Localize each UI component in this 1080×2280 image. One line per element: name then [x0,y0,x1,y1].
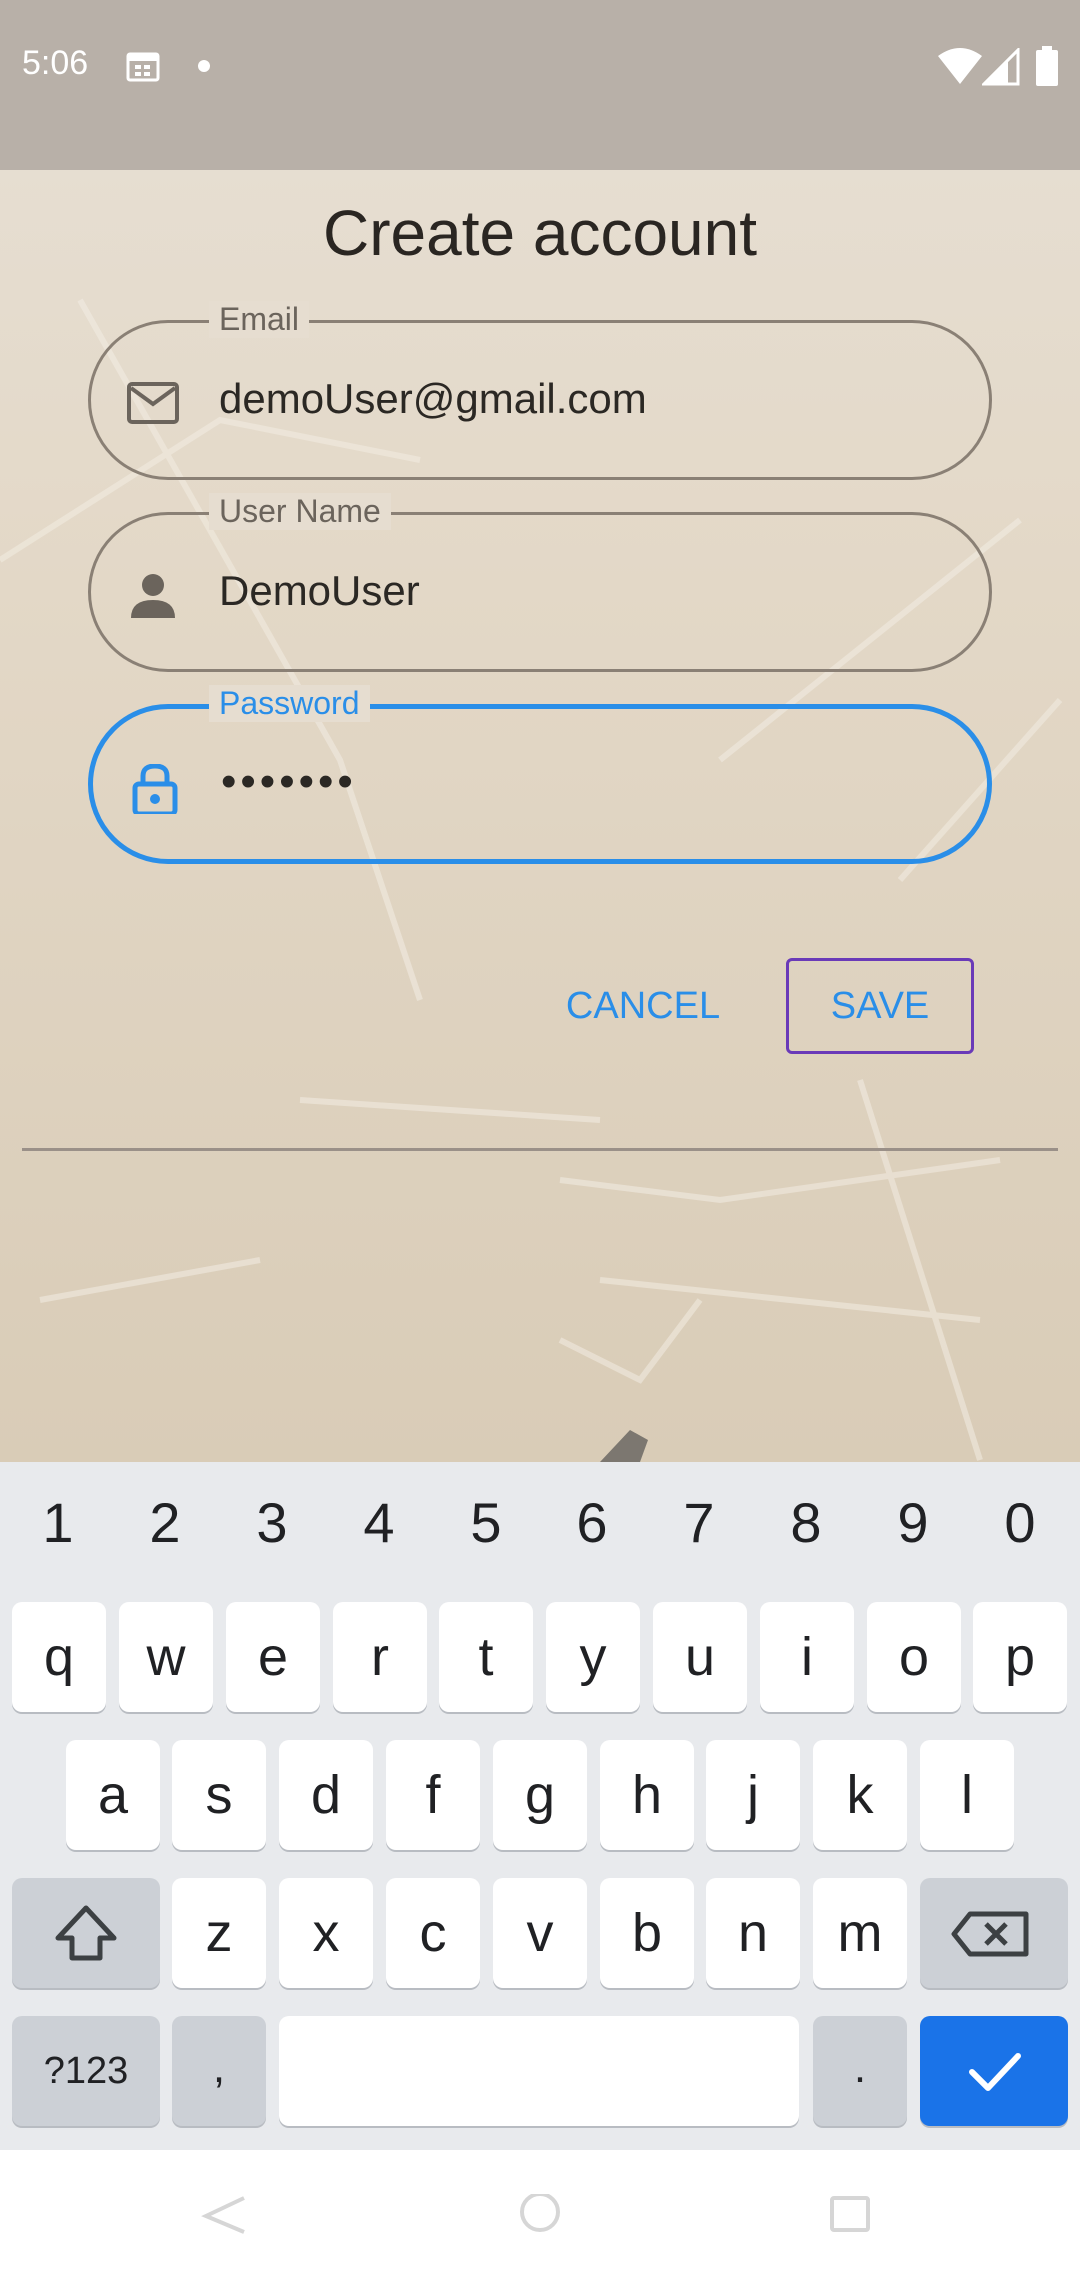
signal-icon [982,48,1020,86]
key-g[interactable]: g [493,1740,587,1850]
key-6[interactable]: 6 [538,1490,646,1555]
page-title: Create account [322,197,758,269]
key-1[interactable]: 1 [4,1490,112,1555]
person-icon [131,574,175,618]
backspace-icon [951,1911,1029,1957]
wifi-icon [938,48,982,84]
key-z[interactable]: z [172,1878,266,1988]
key-9[interactable]: 9 [859,1490,967,1555]
divider [22,1148,1058,1151]
symbols-key[interactable]: ?123 [12,2016,160,2126]
email-field[interactable]: Email demoUser@gmail.com [88,301,992,480]
home-icon[interactable] [516,2194,564,2234]
key-d[interactable]: d [279,1740,373,1850]
navigation-bar [0,2150,1080,2280]
key-t[interactable]: t [439,1602,533,1712]
key-n[interactable]: n [706,1878,800,1988]
back-icon[interactable] [200,2194,250,2234]
username-label: User Name [209,493,391,530]
key-y[interactable]: y [546,1602,640,1712]
key-c[interactable]: c [386,1878,480,1988]
recents-icon[interactable] [828,2194,872,2234]
status-bar: 5:06 [0,0,1080,170]
keyboard: 1 2 3 4 5 6 7 8 9 0 q w e r t y u i o p … [0,1462,1080,2150]
key-3[interactable]: 3 [218,1490,326,1555]
key-q[interactable]: q [12,1602,106,1712]
password-label: Password [209,685,370,722]
key-x[interactable]: x [279,1878,373,1988]
key-e[interactable]: e [226,1602,320,1712]
key-f[interactable]: f [386,1740,480,1850]
key-w[interactable]: w [119,1602,213,1712]
shift-icon [55,1905,117,1961]
key-b[interactable]: b [600,1878,694,1988]
space-key[interactable] [279,2016,799,2126]
key-o[interactable]: o [867,1602,961,1712]
calendar-icon [126,52,160,82]
key-2[interactable]: 2 [111,1490,219,1555]
key-k[interactable]: k [813,1740,907,1850]
key-h[interactable]: h [600,1740,694,1850]
key-p[interactable]: p [973,1602,1067,1712]
key-m[interactable]: m [813,1878,907,1988]
shift-key[interactable] [12,1878,160,1988]
key-4[interactable]: 4 [325,1490,433,1555]
key-0[interactable]: 0 [966,1490,1074,1555]
email-label: Email [209,301,310,338]
key-s[interactable]: s [172,1740,266,1850]
mail-icon [127,382,179,424]
status-time: 5:06 [22,44,89,82]
username-value: DemoUser [219,567,420,614]
backspace-key[interactable] [920,1878,1068,1988]
save-button[interactable]: SAVE [786,958,974,1054]
checkmark-icon [969,2053,1021,2091]
background-shadow-shape [600,1430,648,1462]
key-a[interactable]: a [66,1740,160,1850]
done-key[interactable] [920,2016,1068,2126]
battery-icon [1036,46,1058,86]
key-5[interactable]: 5 [432,1490,540,1555]
key-v[interactable]: v [493,1878,587,1988]
key-7[interactable]: 7 [645,1490,753,1555]
key-j[interactable]: j [706,1740,800,1850]
key-i[interactable]: i [760,1602,854,1712]
cancel-button[interactable]: CANCEL [540,958,746,1054]
key-l[interactable]: l [920,1740,1014,1850]
password-value: ••••••• [221,757,357,806]
notification-dot [198,60,210,72]
username-field[interactable]: User Name DemoUser [88,493,992,672]
password-field[interactable]: Password ••••••• [88,685,992,864]
comma-key[interactable]: , [172,2016,266,2126]
key-u[interactable]: u [653,1602,747,1712]
lock-icon [132,764,178,814]
period-key[interactable]: . [813,2016,907,2126]
email-value: demoUser@gmail.com [219,375,647,422]
key-r[interactable]: r [333,1602,427,1712]
key-8[interactable]: 8 [752,1490,860,1555]
